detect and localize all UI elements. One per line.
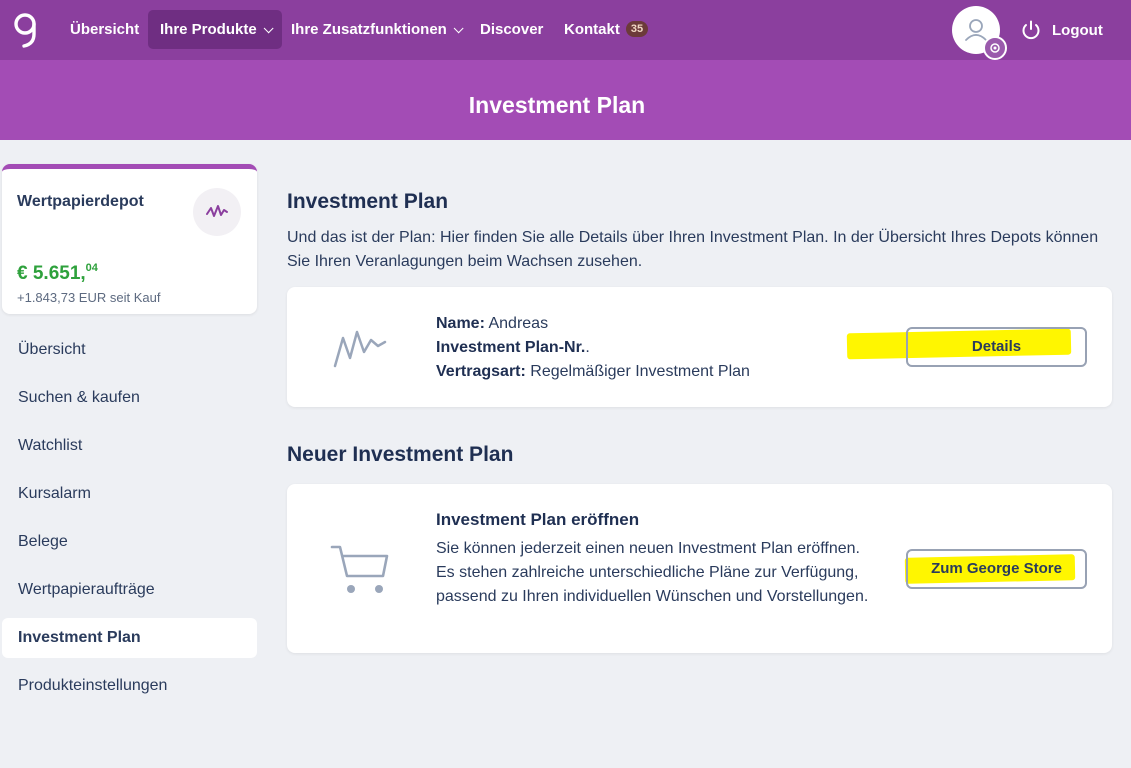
depot-title: Wertpapierdepot: [17, 193, 144, 210]
new-plan-title: Investment Plan eröffnen: [436, 510, 640, 529]
nav-kontakt[interactable]: Kontakt 35: [552, 10, 660, 49]
top-navigation: Übersicht Ihre Produkte Ihre Zusatzfunkt…: [0, 0, 1131, 60]
new-plan-description: Sie können jederzeit einen neuen Investm…: [436, 540, 869, 605]
investment-plan-card: Name: Andreas Investment Plan-Nr.. Vertr…: [287, 287, 1112, 407]
sidebar-item-produkteinstellungen[interactable]: Produkteinstellungen: [2, 666, 257, 706]
activity-icon: [193, 188, 241, 236]
section-intro-text: Und das ist der Plan: Hier finden Sie al…: [287, 229, 1099, 270]
sidebar-item-watchlist[interactable]: Watchlist: [2, 426, 257, 466]
logout-label: Logout: [1052, 21, 1103, 39]
chevron-down-icon: [263, 23, 274, 34]
logout-button[interactable]: Logout: [1020, 14, 1103, 46]
george-store-button-label: Zum George Store: [931, 560, 1062, 577]
nav-discover[interactable]: Discover: [468, 10, 555, 49]
sidebar-item-uebersicht[interactable]: Übersicht: [2, 330, 257, 370]
section-title-investment-plan: Investment Plan: [287, 190, 449, 213]
plan-name: Name: Andreas: [436, 315, 549, 332]
nav-ihre-zusatzfunktionen[interactable]: Ihre Zusatzfunktionen: [279, 10, 472, 49]
chevron-down-icon: [453, 23, 464, 34]
power-icon: [1022, 20, 1040, 40]
depot-value: € 5.651,04: [17, 262, 98, 284]
sidebar-item-kursalarm[interactable]: Kursalarm: [2, 474, 257, 514]
sidebar-item-investment-plan[interactable]: Investment Plan: [2, 618, 257, 658]
settings-badge-icon[interactable]: [983, 36, 1007, 60]
plan-contract-type: Vertragsart: Regelmäßiger Investment Pla…: [436, 363, 750, 380]
nav-ihre-produkte[interactable]: Ihre Produkte: [148, 10, 282, 49]
depot-change: +1.843,73 EUR seit Kauf: [17, 290, 161, 305]
page-title: Investment Plan: [468, 92, 646, 118]
sidebar-item-wertpapierauftraege[interactable]: Wertpapieraufträge: [2, 570, 257, 610]
details-button-label: Details: [971, 338, 1022, 355]
plan-number: Investment Plan-Nr..: [436, 339, 590, 356]
activity-line-icon: [333, 330, 387, 368]
section-title-neuer-investment-plan: Neuer Investment Plan: [287, 443, 514, 466]
depot-summary-card[interactable]: Wertpapierdepot € 5.651,04 +1.843,73 EUR…: [2, 164, 257, 314]
nav-uebersicht[interactable]: Übersicht: [58, 10, 151, 49]
george-logo[interactable]: [8, 10, 44, 52]
sidebar-item-belege[interactable]: Belege: [2, 522, 257, 562]
new-investment-plan-card: Investment Plan eröffnen Sie können jede…: [287, 484, 1112, 653]
sidebar-item-suchen-kaufen[interactable]: Suchen & kaufen: [2, 378, 257, 418]
notification-badge: 35: [625, 21, 649, 37]
shopping-cart-icon: [330, 545, 389, 593]
